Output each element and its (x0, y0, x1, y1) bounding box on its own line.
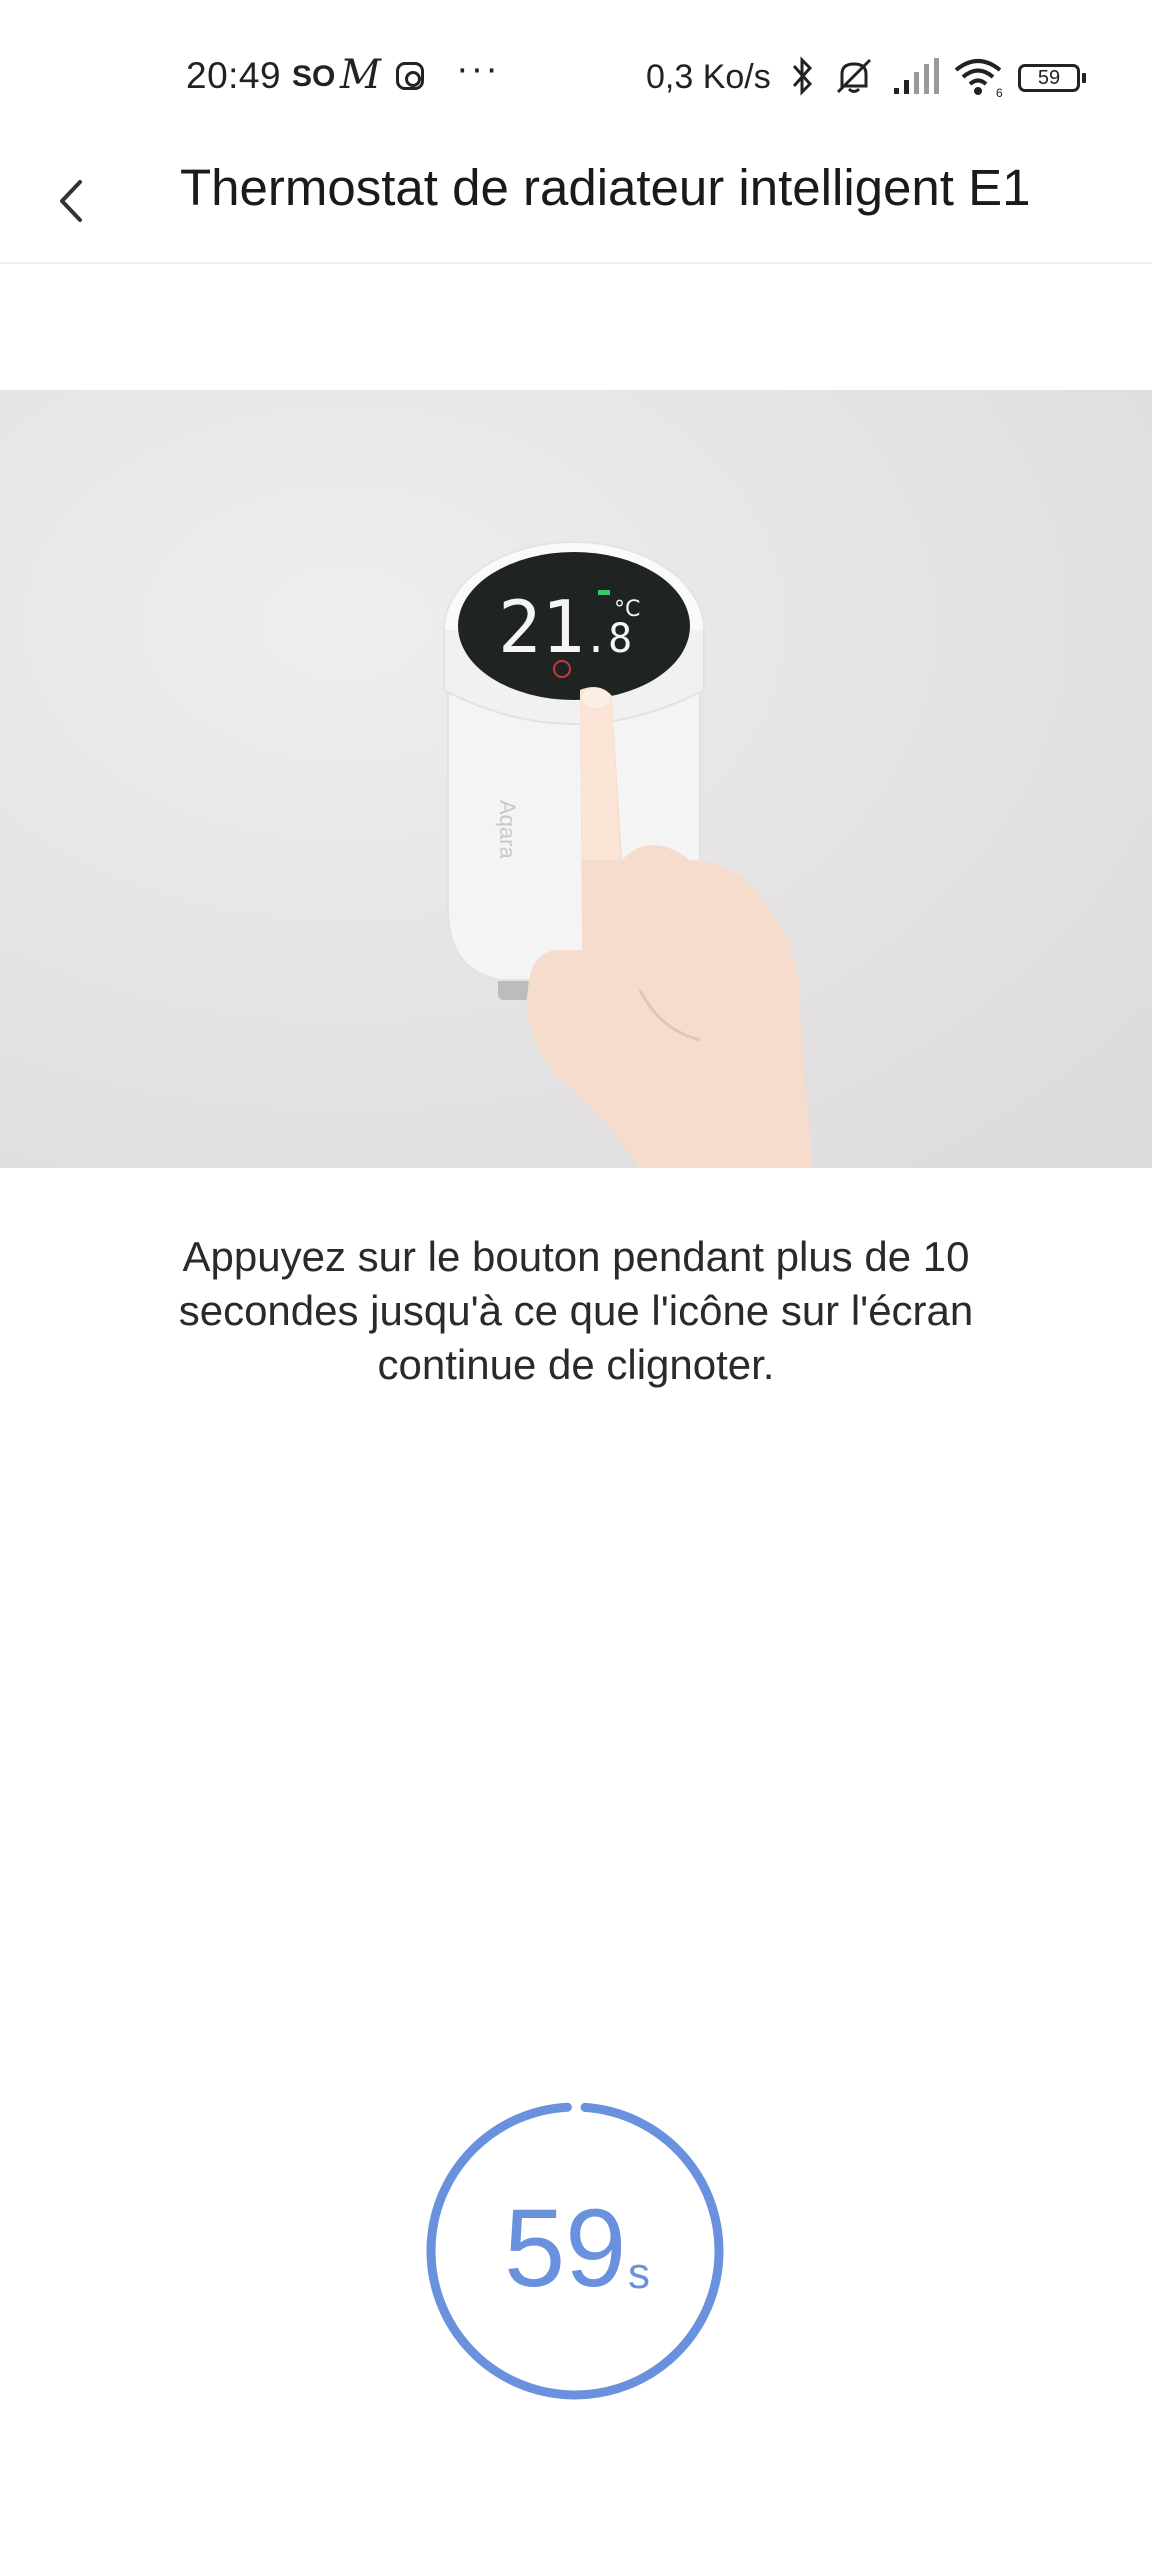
brand-label: Aqara (495, 800, 520, 859)
more-notifications-icon: ··· (456, 48, 500, 90)
thermostat-illustration: 21 .8 °C Aqara (443, 541, 812, 1168)
status-bar: 20:49 SO M ··· 0,3 Ko/s 6 59 (0, 0, 1152, 150)
display-digits: 21 (498, 585, 585, 669)
countdown-timer: 59 s (424, 2100, 726, 2402)
battery-icon: 59 (1018, 64, 1086, 92)
signal-icon (894, 58, 939, 94)
wifi-icon: 6 (954, 59, 1003, 98)
instagram-icon (396, 62, 424, 90)
m-app-icon: M (340, 52, 381, 98)
countdown-value: 59 (504, 2187, 627, 2310)
carrier-label: SO (292, 60, 336, 93)
svg-text:6: 6 (996, 86, 1003, 98)
page-title: Thermostat de radiateur intelligent E1 (180, 159, 1031, 216)
back-button[interactable] (40, 164, 110, 238)
countdown-unit: s (628, 2249, 650, 2298)
instruction-text: Appuyez sur le bouton pendant plus de 10… (178, 1233, 974, 1388)
mute-icon (836, 58, 872, 94)
bluetooth-icon (792, 56, 813, 96)
device-illustration: 21 .8 °C Aqara (0, 390, 1152, 1168)
display-unit: °C (614, 597, 640, 622)
status-time: 20:49 (186, 55, 282, 96)
network-speed: 0,3 Ko/s (646, 58, 771, 96)
top-app-bar: Thermostat de radiateur intelligent E1 (0, 150, 1152, 264)
chevron-left-icon (60, 180, 82, 222)
display-decimal: .8 (584, 616, 632, 662)
